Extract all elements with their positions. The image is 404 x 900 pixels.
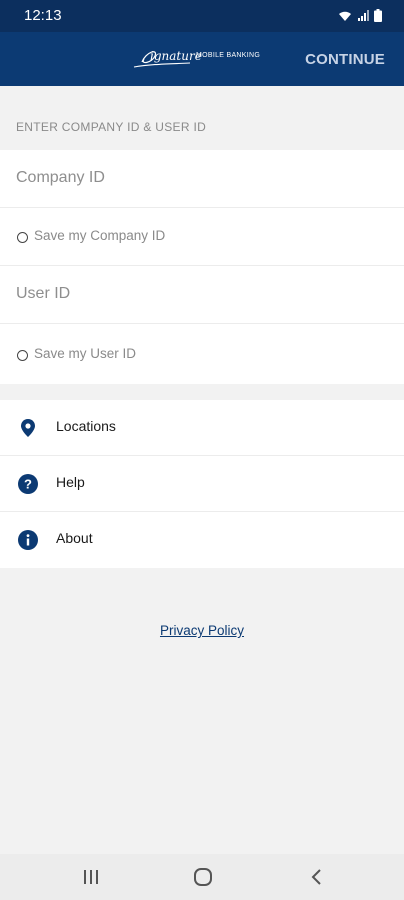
status-bar: 12:13 — [0, 0, 404, 32]
status-time: 12:13 — [24, 7, 62, 24]
save-company-id-radio[interactable] — [17, 232, 28, 243]
menu-item-label: Help — [56, 474, 85, 490]
menu-item-label: About — [56, 530, 93, 546]
save-user-id-toggle[interactable]: Save my User ID — [0, 326, 404, 384]
menu-item-label: Locations — [56, 418, 116, 434]
info-icon — [18, 530, 38, 550]
help-icon: ? — [18, 474, 38, 494]
svg-text:?: ? — [24, 477, 32, 492]
menu-item-help[interactable]: ? Help — [0, 456, 404, 512]
save-user-id-label: Save my User ID — [34, 346, 137, 361]
location-pin-icon — [21, 419, 35, 437]
company-id-input[interactable] — [16, 150, 386, 206]
menu-item-about[interactable]: About — [0, 512, 404, 568]
menu-list: Locations ? Help About — [0, 400, 404, 568]
privacy-policy-link[interactable]: Privacy Policy — [0, 623, 404, 638]
save-user-id-radio[interactable] — [17, 350, 28, 361]
wifi-icon — [339, 11, 351, 21]
logo-tagline: MOBILE BANKING — [196, 52, 261, 59]
save-company-id-label: Save my Company ID — [34, 228, 166, 243]
continue-button[interactable]: CONTINUE — [305, 51, 385, 68]
back-icon[interactable] — [305, 866, 329, 888]
recent-apps-icon[interactable] — [79, 866, 103, 888]
signal-icon — [358, 9, 369, 21]
user-id-row — [0, 266, 404, 324]
home-icon[interactable] — [191, 866, 215, 888]
battery-icon — [374, 9, 382, 22]
system-nav-bar — [0, 854, 404, 900]
section-label: ENTER COMPANY ID & USER ID — [16, 120, 207, 134]
status-icons — [338, 9, 382, 22]
user-id-input[interactable] — [16, 266, 386, 322]
login-form: Save my Company ID Save my User ID — [0, 150, 404, 384]
save-company-id-toggle[interactable]: Save my Company ID — [0, 208, 404, 266]
signature-logo: ignature — [133, 49, 202, 68]
app-header: ignature MOBILE BANKING CONTINUE — [0, 32, 404, 86]
svg-text:ignature: ignature — [150, 49, 202, 63]
company-id-row — [0, 150, 404, 208]
menu-item-locations[interactable]: Locations — [0, 400, 404, 456]
